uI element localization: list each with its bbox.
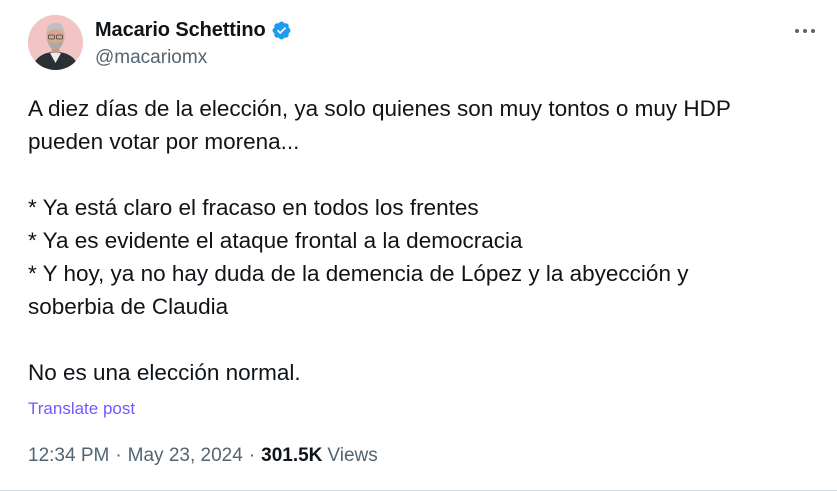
- tweet-line: * Ya está claro el fracaso en todos los …: [28, 195, 479, 220]
- tweet-card: Macario Schettino @macariomx A diez días…: [0, 0, 837, 491]
- verified-badge-icon[interactable]: [271, 20, 292, 41]
- tweet-line: No es una elección normal.: [28, 360, 301, 385]
- meta-separator: ·: [248, 445, 256, 466]
- tweet-text: A diez días de la elección, ya solo quie…: [28, 92, 818, 389]
- tweet-line: soberbia de Claudia: [28, 294, 229, 319]
- post-time[interactable]: 12:34 PM: [28, 445, 109, 467]
- avatar[interactable]: [28, 15, 83, 70]
- post-date[interactable]: May 23, 2024: [128, 445, 243, 467]
- more-options-icon[interactable]: [788, 18, 822, 44]
- views-label: Views: [327, 445, 378, 466]
- tweet-line: * Ya es evidente el ataque frontal a la …: [28, 228, 523, 253]
- meta-separator: ·: [115, 445, 122, 466]
- author-handle[interactable]: @macariomx: [95, 47, 207, 69]
- tweet-line: A diez días de la elección, ya solo quie…: [28, 96, 731, 121]
- tweet-line: * Y hoy, ya no hay duda de la demencia d…: [28, 261, 689, 286]
- translate-post-link[interactable]: Translate post: [28, 399, 135, 419]
- tweet-line: pueden votar por morena...: [28, 129, 300, 154]
- author-name-row: Macario Schettino: [95, 17, 292, 43]
- avatar-image: [28, 15, 83, 70]
- views-count[interactable]: 301.5K: [261, 445, 322, 467]
- tweet-meta: 12:34 PM · May 23, 2024 · 301.5K Views: [28, 445, 378, 467]
- author-display-name[interactable]: Macario Schettino: [95, 19, 266, 42]
